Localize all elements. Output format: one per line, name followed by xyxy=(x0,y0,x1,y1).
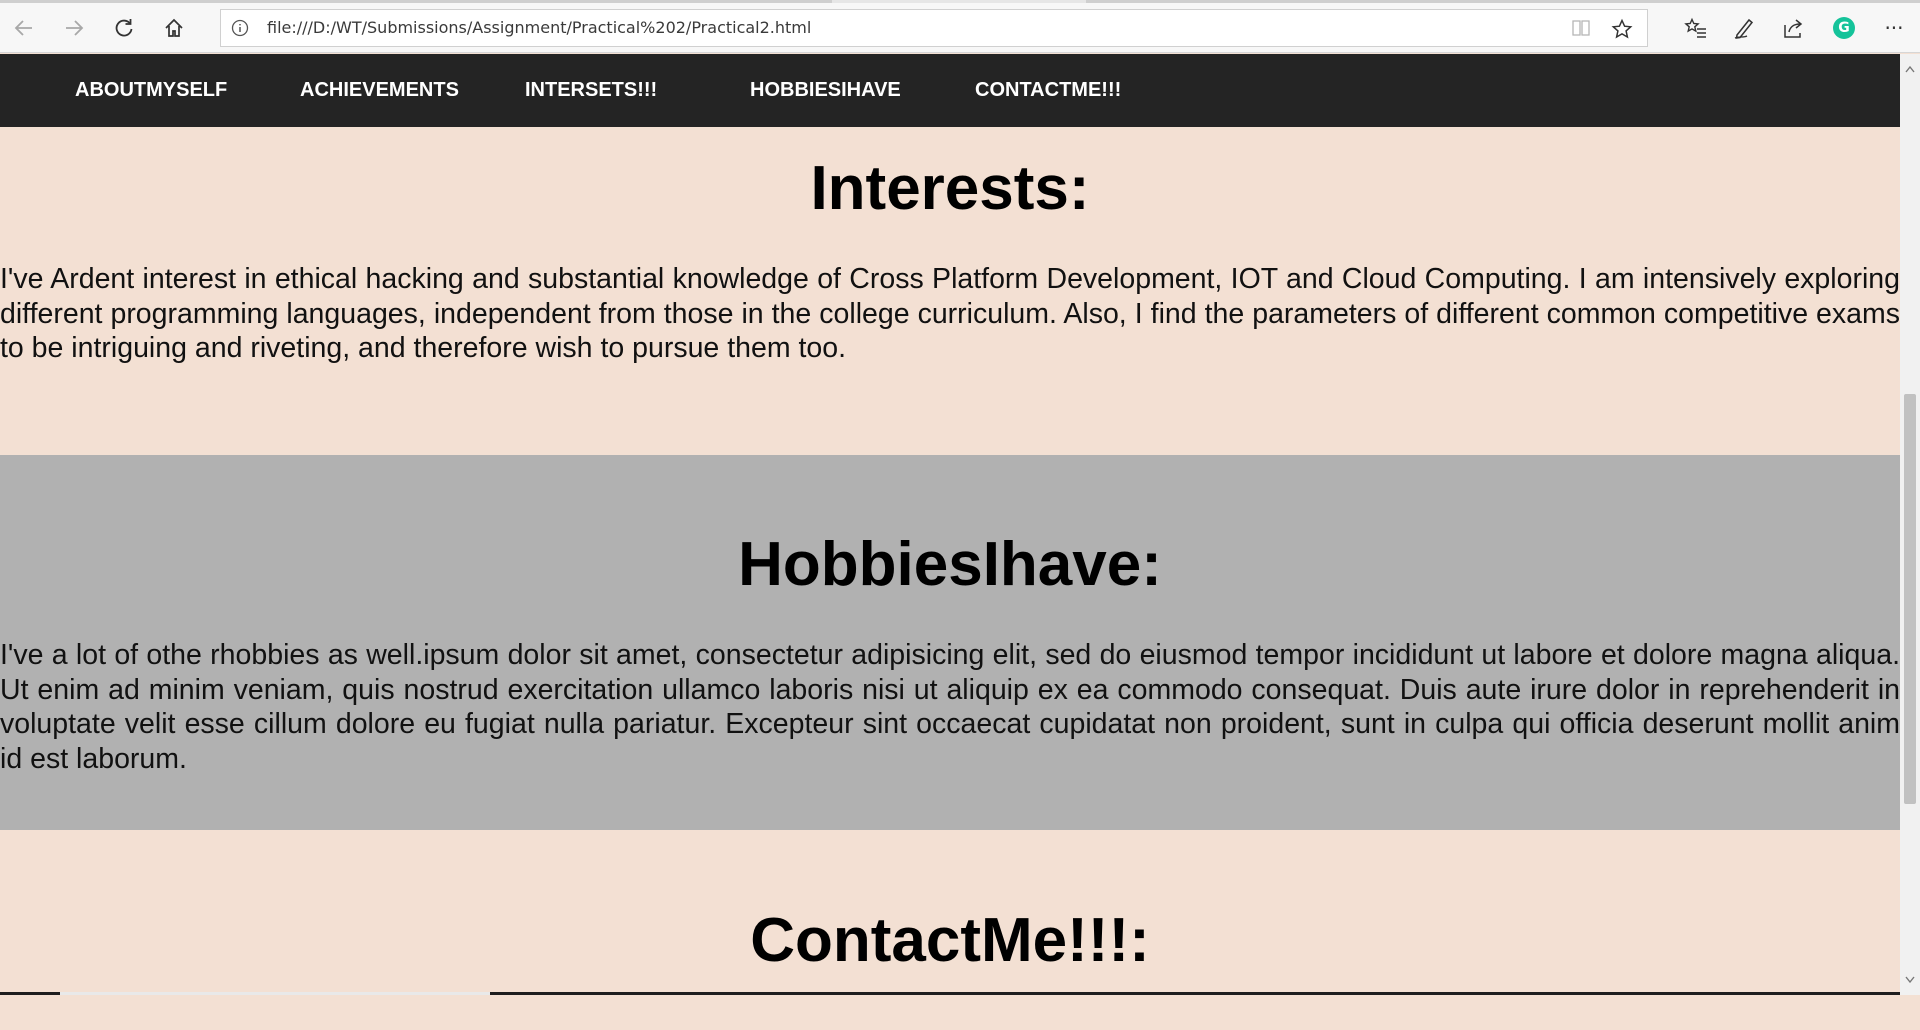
scrollbar-thumb[interactable] xyxy=(1904,394,1916,804)
url-text[interactable]: file:///D:/WT/Submissions/Assignment/Pra… xyxy=(267,10,811,46)
nav-item-achievements[interactable]: ACHIEVEMENTS xyxy=(300,54,459,127)
interests-text: I've Ardent interest in ethical hacking … xyxy=(0,263,1900,364)
nav-item-hobbies[interactable]: HOBBIESIHAVE xyxy=(750,54,901,127)
share-icon[interactable] xyxy=(1774,3,1814,53)
refresh-icon[interactable] xyxy=(104,3,144,53)
contact-heading: ContactMe!!!: xyxy=(750,906,1150,975)
hobbies-section: HobbiesIhave: I've a lot of othe rhobbie… xyxy=(0,455,1900,830)
info-icon[interactable] xyxy=(231,19,249,42)
home-icon[interactable] xyxy=(154,3,194,53)
interests-section: Interests: I've Ardent interest in ethic… xyxy=(0,127,1900,455)
site-navbar: ABOUTMYSELF ACHIEVEMENTS INTERSETS!!! HO… xyxy=(0,54,1900,127)
interests-heading: Interests: xyxy=(810,154,1090,223)
nav-item-interests[interactable]: INTERSETS!!! xyxy=(525,54,657,127)
forward-arrow-icon[interactable] xyxy=(54,3,94,53)
more-icon[interactable]: ··· xyxy=(1874,3,1914,53)
nav-item-aboutmyself[interactable]: ABOUTMYSELF xyxy=(75,54,227,127)
nav-item-contact[interactable]: CONTACTME!!! xyxy=(975,54,1121,127)
hobbies-text: I've a lot of othe rhobbies as well.ipsu… xyxy=(0,639,1900,775)
vertical-scrollbar[interactable] xyxy=(1900,54,1920,995)
reading-view-icon[interactable] xyxy=(1571,19,1591,42)
favorites-list-icon[interactable] xyxy=(1676,3,1716,53)
grammarly-badge: G xyxy=(1833,17,1855,39)
contact-section: ContactMe!!!: xyxy=(0,830,1900,1030)
scroll-down-icon[interactable] xyxy=(1905,971,1915,989)
star-icon[interactable] xyxy=(1611,18,1633,45)
browser-toolbar: file:///D:/WT/Submissions/Assignment/Pra… xyxy=(0,3,1920,53)
back-arrow-icon[interactable] xyxy=(4,3,44,53)
page-content: Interests: I've Ardent interest in ethic… xyxy=(0,127,1900,1030)
grammarly-icon[interactable]: G xyxy=(1824,3,1864,53)
hobbies-heading: HobbiesIhave: xyxy=(738,530,1162,599)
scroll-up-icon[interactable] xyxy=(1905,60,1915,78)
pen-icon[interactable] xyxy=(1724,3,1764,53)
address-bar[interactable]: file:///D:/WT/Submissions/Assignment/Pra… xyxy=(220,9,1648,47)
